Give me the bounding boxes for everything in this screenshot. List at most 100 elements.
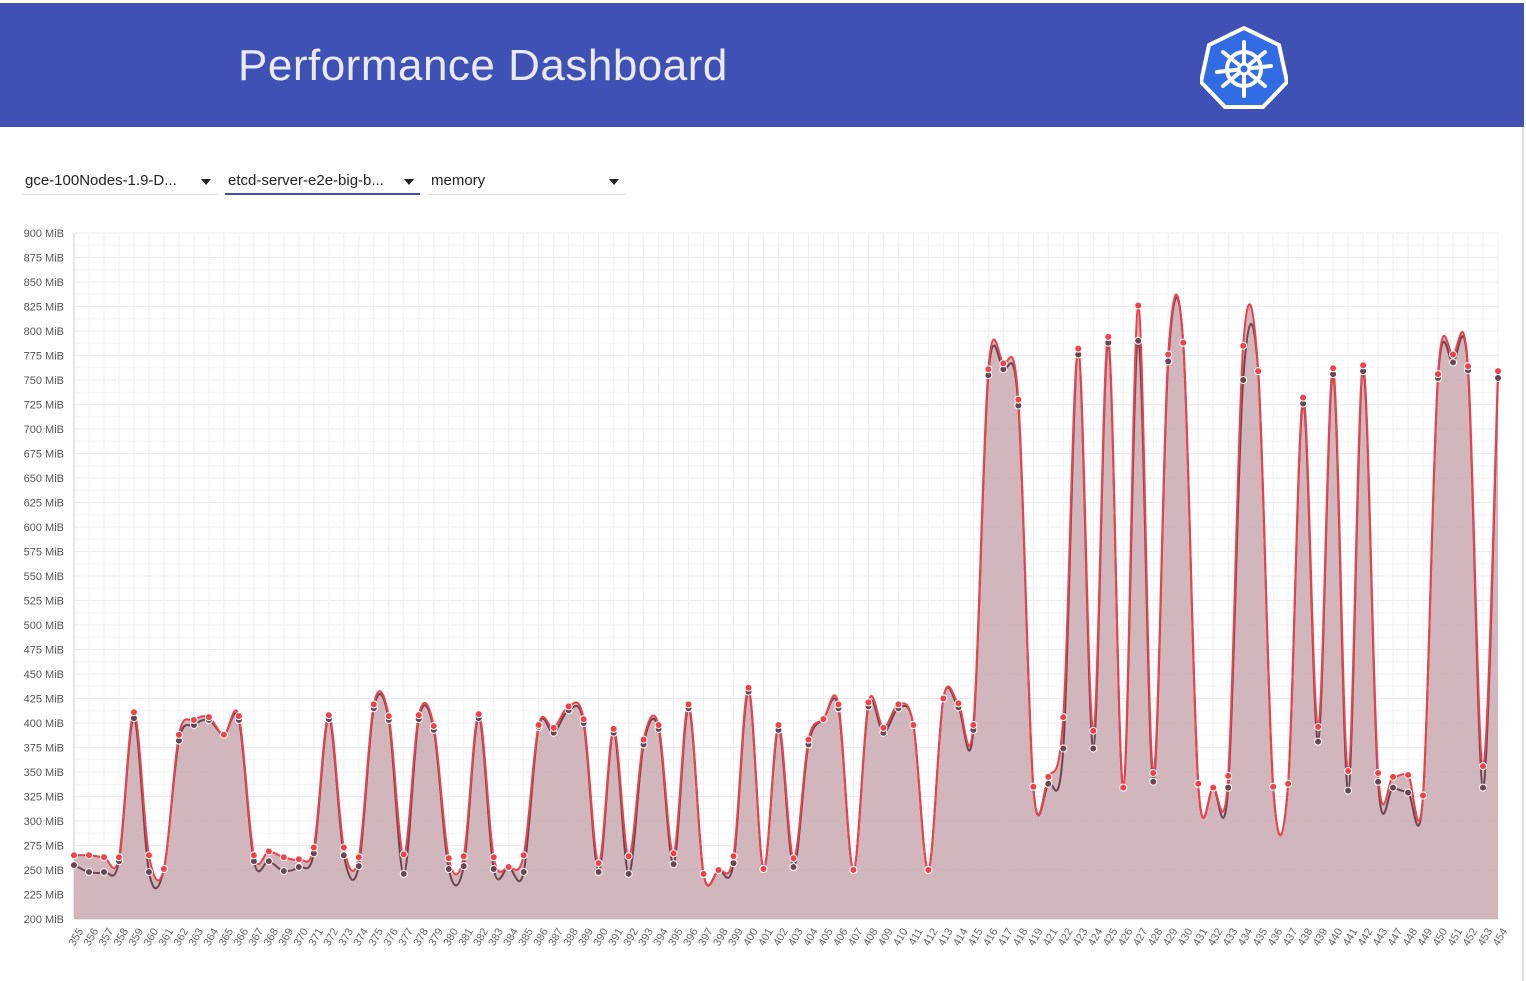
series-bottom-point [1164, 357, 1173, 366]
series-top-point [1269, 782, 1278, 791]
x-tick-label: 357 [97, 926, 117, 948]
y-tick-label: 400 MiB [24, 718, 64, 730]
component-select[interactable]: etcd-server-e2e-big-b... [225, 165, 420, 195]
series-top-point [70, 851, 78, 860]
x-tick-label: 447 [1386, 926, 1406, 948]
x-tick-label: 387 [546, 926, 566, 948]
series-top-point [429, 721, 438, 730]
series-bottom-point [1344, 786, 1353, 795]
series-top-point [999, 359, 1008, 368]
x-tick-label: 426 [1116, 926, 1136, 948]
series-bottom-point [70, 861, 78, 870]
x-tick-label: 365 [217, 926, 237, 948]
series-bottom-point [264, 857, 273, 866]
series-top-point [174, 730, 183, 739]
x-tick-label: 433 [1221, 926, 1241, 948]
x-tick-label: 432 [1206, 926, 1226, 948]
series-top-point [1014, 395, 1023, 404]
series-top-point [444, 854, 453, 863]
series-bottom-point [1044, 779, 1053, 788]
metric-select[interactable]: memory [428, 165, 625, 195]
x-tick-label: 435 [1251, 926, 1271, 948]
series-top-point [99, 853, 108, 862]
test-select-value: gce-100Nodes-1.9-D... [25, 172, 177, 189]
series-top-point [1104, 332, 1113, 341]
series-top-point [144, 851, 153, 860]
series-top-point [1404, 770, 1413, 779]
series-top-point [579, 715, 588, 724]
y-tick-label: 225 MiB [24, 890, 64, 902]
series-top-point [369, 700, 378, 709]
series-top-point [1314, 722, 1323, 731]
x-tick-label: 374 [351, 926, 371, 948]
series-top-point [1329, 364, 1338, 373]
series-top-point [699, 869, 708, 878]
x-tick-label: 368 [262, 926, 282, 948]
series-top-point [219, 730, 228, 739]
y-tick-label: 575 MiB [24, 547, 64, 559]
series-bottom-point [354, 862, 363, 871]
series-top-point [1074, 344, 1083, 353]
series-top-point [1359, 361, 1368, 370]
y-tick-label: 375 MiB [24, 743, 64, 755]
series-top-point [1059, 713, 1068, 722]
x-tick-label: 424 [1086, 926, 1106, 948]
x-tick-label: 376 [381, 926, 401, 948]
series-top-point [129, 708, 138, 717]
x-tick-label: 416 [981, 926, 1001, 948]
series-top-point [414, 711, 423, 720]
x-tick-label: 401 [756, 926, 776, 948]
y-tick-label: 650 MiB [24, 473, 64, 485]
series-bottom-point [1314, 737, 1323, 746]
x-tick-label: 405 [816, 926, 836, 948]
series-bottom-point [1494, 374, 1502, 383]
series-bottom-point [294, 863, 303, 872]
y-tick-label: 500 MiB [24, 620, 64, 632]
series-top-point [654, 720, 663, 729]
y-tick-label: 700 MiB [24, 424, 64, 436]
chevron-down-icon[interactable] [609, 179, 619, 185]
series-bottom-point [1134, 336, 1143, 345]
series-bottom-point [669, 860, 678, 869]
x-tick-label: 449 [1416, 926, 1436, 948]
series-top-point [189, 716, 198, 725]
series-bottom-point [624, 869, 633, 878]
x-tick-label: 398 [711, 926, 731, 948]
x-tick-label: 396 [681, 926, 701, 948]
chevron-down-icon[interactable] [404, 179, 414, 185]
y-tick-label: 525 MiB [24, 596, 64, 608]
series-bottom-point [459, 862, 468, 871]
x-tick-label: 385 [516, 926, 536, 948]
series-top-point [1299, 393, 1308, 402]
x-tick-label: 440 [1326, 926, 1346, 948]
x-tick-label: 361 [157, 926, 177, 948]
x-tick-label: 364 [202, 926, 222, 948]
series-top-point [639, 735, 648, 744]
x-tick-label: 454 [1491, 926, 1511, 948]
series-top-point [624, 852, 633, 861]
y-tick-label: 675 MiB [24, 449, 64, 461]
y-tick-label: 475 MiB [24, 645, 64, 657]
test-select[interactable]: gce-100Nodes-1.9-D... [22, 165, 217, 195]
series-top-point [804, 735, 813, 744]
x-tick-label: 395 [666, 926, 686, 948]
series-top-point [84, 851, 93, 860]
series-top-point [504, 863, 513, 872]
x-tick-label: 453 [1476, 926, 1496, 948]
series-top-point [984, 365, 993, 374]
series-bottom-point [519, 867, 528, 876]
series-top-point [1149, 768, 1158, 777]
x-tick-label: 428 [1146, 926, 1166, 948]
series-top-point [609, 724, 618, 733]
x-tick-label: 363 [187, 926, 207, 948]
series-bottom-point [729, 859, 738, 868]
chevron-down-icon[interactable] [201, 179, 211, 185]
series-top-point [879, 723, 888, 732]
series-top-point [1194, 779, 1203, 788]
x-tick-label: 438 [1296, 926, 1316, 948]
y-tick-label: 200 MiB [24, 914, 64, 926]
x-tick-label: 392 [621, 926, 641, 948]
series-bottom-point [594, 867, 603, 876]
x-tick-label: 406 [831, 926, 851, 948]
x-tick-label: 413 [936, 926, 956, 948]
